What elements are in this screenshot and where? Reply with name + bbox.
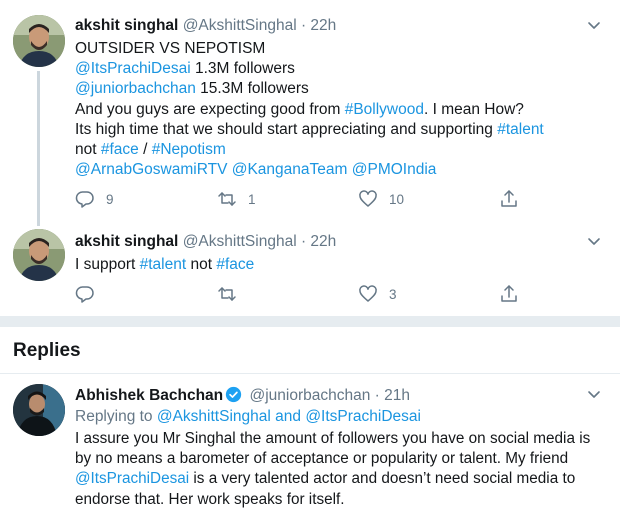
chevron-down-icon[interactable] bbox=[586, 233, 602, 249]
text-line: OUTSIDER VS NEPOTISM bbox=[75, 40, 266, 57]
text-fragment: not bbox=[186, 256, 217, 273]
text-fragment: Its high time that we should start appre… bbox=[75, 120, 498, 138]
mention-link[interactable]: @ArnabGoswamiRTV bbox=[75, 161, 227, 178]
tweet-header: akshit singhal @AkshittSinghal · 22h bbox=[75, 17, 336, 35]
replying-to-label: Replying to bbox=[75, 408, 157, 425]
chevron-down-icon[interactable] bbox=[586, 386, 602, 402]
tweet-text: I support #talent not #face bbox=[75, 255, 606, 275]
mention-link[interactable]: @ItsPrachiDesai bbox=[75, 470, 189, 487]
hashtag-link[interactable]: #Bollywood bbox=[345, 101, 424, 118]
share-icon bbox=[501, 190, 517, 207]
display-name[interactable]: akshit singhal bbox=[75, 17, 178, 34]
tweet-header: akshit singhal @AkshittSinghal · 22h bbox=[75, 233, 336, 251]
share-icon bbox=[501, 285, 517, 302]
retweet-button[interactable] bbox=[217, 284, 248, 304]
reply-tweet[interactable]: Abhishek Bachchan @juniorbachchan · 21h … bbox=[0, 374, 620, 518]
avatar-photo bbox=[13, 229, 65, 281]
tweet-text: I assure you Mr Singhal the amount of fo… bbox=[75, 429, 606, 510]
retweet-icon bbox=[218, 287, 236, 301]
timestamp[interactable]: · 21h bbox=[375, 387, 410, 404]
tweet-1[interactable]: akshit singhal @AkshittSinghal · 22h OUT… bbox=[0, 0, 620, 226]
heart-icon bbox=[359, 190, 377, 207]
text-fragment: not bbox=[75, 141, 101, 159]
mention-link[interactable]: @ItsPrachiDesai bbox=[75, 60, 191, 77]
text-fragment: 15.3M followers bbox=[195, 80, 309, 98]
mention-link[interactable]: @PMOIndia bbox=[352, 161, 437, 178]
share-button[interactable] bbox=[499, 284, 519, 304]
text-fragment: And you guys are expecting good from bbox=[75, 100, 345, 118]
text-line: @juniorbachchan 15.3M followers bbox=[75, 79, 606, 99]
text-line: And you guys are expecting good from #Bo… bbox=[75, 100, 606, 120]
avatar[interactable] bbox=[13, 229, 65, 281]
like-count: 10 bbox=[389, 191, 405, 207]
text-line: by no means a barometer of acceptance or… bbox=[75, 450, 569, 468]
tweet-header: Abhishek Bachchan @juniorbachchan · 21h bbox=[75, 386, 410, 405]
timestamp[interactable]: · 22h bbox=[301, 17, 336, 34]
verified-badge-icon bbox=[226, 386, 242, 403]
replying-to-and: and bbox=[270, 408, 306, 425]
timestamp[interactable]: · 22h bbox=[301, 233, 336, 250]
like-count: 3 bbox=[389, 286, 397, 302]
hashtag-link[interactable]: #talent bbox=[140, 256, 187, 273]
text-line: I assure you Mr Singhal the amount of fo… bbox=[75, 430, 591, 447]
thread-line bbox=[37, 71, 40, 226]
avatar-photo bbox=[13, 15, 65, 67]
user-handle[interactable]: @AkshittSinghal bbox=[183, 233, 297, 250]
like-button[interactable]: 3 bbox=[358, 284, 397, 304]
replying-to: Replying to @AkshittSinghal and @ItsPrac… bbox=[75, 407, 606, 427]
hashtag-link[interactable]: #face bbox=[216, 256, 254, 273]
tweet-2[interactable]: akshit singhal @AkshittSinghal · 22h I s… bbox=[0, 222, 620, 314]
mention-link[interactable]: @juniorbachchan bbox=[75, 80, 196, 97]
mention-link[interactable]: @KanganaTeam bbox=[232, 161, 348, 178]
reply-count: 9 bbox=[106, 191, 114, 207]
text-line: @ArnabGoswamiRTV @KanganaTeam @PMOIndia bbox=[75, 160, 606, 180]
reply-button[interactable]: 9 bbox=[75, 189, 114, 209]
retweet-button[interactable]: 1 bbox=[217, 189, 256, 209]
reply-button[interactable] bbox=[75, 284, 106, 304]
retweet-icon bbox=[218, 192, 236, 206]
share-button[interactable] bbox=[499, 189, 519, 209]
hashtag-link[interactable]: #face bbox=[101, 141, 139, 158]
tweet-actions: 9 1 10 bbox=[75, 189, 525, 213]
tweet-text: OUTSIDER VS NEPOTISM @ItsPrachiDesai 1.3… bbox=[75, 39, 606, 180]
chevron-down-icon[interactable] bbox=[586, 17, 602, 33]
text-fragment: I support bbox=[75, 256, 140, 273]
reply-icon bbox=[75, 286, 94, 303]
reply-icon bbox=[75, 191, 94, 208]
retweet-count: 1 bbox=[248, 191, 256, 207]
text-fragment: . I mean How? bbox=[423, 100, 524, 118]
heart-icon bbox=[359, 285, 377, 302]
like-button[interactable]: 10 bbox=[358, 189, 404, 209]
text-fragment: 1.3M followers bbox=[190, 60, 295, 78]
replies-heading: Replies bbox=[13, 340, 81, 361]
text-fragment: / bbox=[138, 141, 152, 159]
text-line: not #face / #Nepotism bbox=[75, 140, 606, 160]
avatar[interactable] bbox=[13, 15, 65, 67]
tweet-actions: 3 bbox=[75, 284, 525, 308]
text-line: I support #talent not #face bbox=[75, 255, 606, 275]
text-fragment: is a very talented actor and doesn’t nee… bbox=[189, 470, 576, 488]
hashtag-link[interactable]: #talent bbox=[497, 121, 544, 138]
avatar-photo bbox=[13, 384, 65, 436]
text-line: endorse that. Her work speaks for itself… bbox=[75, 490, 345, 508]
mention-link[interactable]: @ItsPrachiDesai bbox=[305, 408, 421, 425]
display-name[interactable]: akshit singhal bbox=[75, 233, 178, 250]
hashtag-link[interactable]: #Nepotism bbox=[152, 141, 226, 158]
text-line: @ItsPrachiDesai 1.3M followers bbox=[75, 59, 606, 79]
user-handle[interactable]: @AkshittSinghal bbox=[183, 17, 297, 34]
user-handle[interactable]: @juniorbachchan bbox=[249, 387, 370, 404]
section-divider bbox=[0, 316, 620, 327]
mention-link[interactable]: @AkshittSinghal bbox=[157, 408, 271, 425]
text-line: Its high time that we should start appre… bbox=[75, 120, 606, 140]
display-name[interactable]: Abhishek Bachchan bbox=[75, 387, 223, 404]
avatar[interactable] bbox=[13, 384, 65, 436]
text-line: @ItsPrachiDesai is a very talented actor… bbox=[75, 469, 606, 489]
